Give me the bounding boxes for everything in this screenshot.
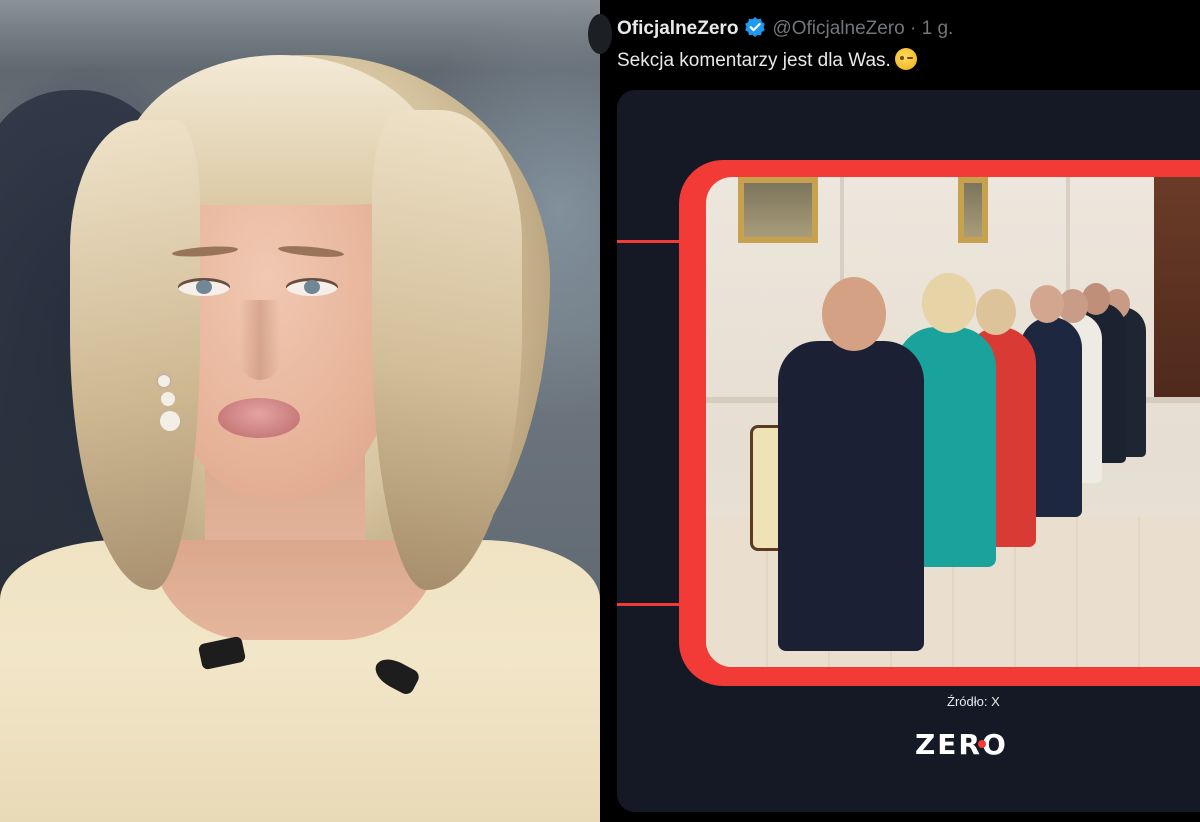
zero-logo: ZERO	[915, 728, 1008, 761]
head	[976, 289, 1016, 335]
eye-left	[178, 278, 230, 296]
author-handle[interactable]: @OficjalneZero	[772, 18, 904, 39]
tweet-time[interactable]: 1 g.	[922, 18, 954, 39]
meeting-photo	[706, 177, 1200, 667]
author-name[interactable]: OficjalneZero	[617, 18, 738, 39]
presenter-photo	[0, 0, 600, 822]
pearl-earring	[158, 375, 170, 387]
mouth	[218, 398, 300, 438]
painting	[738, 177, 818, 243]
record-dot-icon	[977, 740, 986, 748]
person	[778, 341, 924, 651]
tweet-text: Sekcja komentarzy jest dla Was.	[617, 48, 917, 74]
nose	[240, 300, 280, 380]
eye-right	[286, 278, 338, 296]
avatar[interactable]	[588, 14, 612, 54]
source-caption: Źródło: X	[947, 694, 1000, 709]
separator: ·	[909, 18, 917, 39]
door	[1154, 177, 1200, 397]
painting	[958, 177, 988, 243]
head	[822, 277, 886, 351]
head	[1030, 285, 1064, 323]
hair-right	[372, 110, 522, 590]
verified-badge-icon	[745, 17, 766, 37]
tweet-body: Sekcja komentarzy jest dla Was.	[617, 50, 891, 71]
head	[922, 273, 976, 333]
tweet-header: OficjalneZero @OficjalneZero · 1 g.	[617, 16, 953, 42]
winking-face-icon	[894, 48, 917, 70]
tweet-media-card[interactable]: Źródło: X ZERO	[617, 90, 1200, 812]
